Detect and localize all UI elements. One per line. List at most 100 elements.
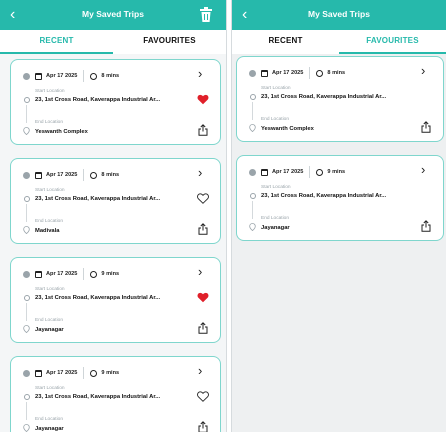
start-point-icon bbox=[250, 193, 256, 199]
location-pin-icon bbox=[249, 124, 256, 132]
check-icon bbox=[23, 270, 30, 278]
start-point-icon bbox=[24, 394, 30, 400]
trip-meta: Apr 17 2025 8 mins bbox=[249, 67, 345, 79]
calendar-icon bbox=[35, 72, 42, 80]
trip-duration: 9 mins bbox=[327, 169, 346, 175]
trip-card[interactable]: Apr 17 2025 9 mins › Start Location 23, … bbox=[236, 155, 444, 241]
end-location-label: End Location bbox=[35, 417, 64, 422]
share-icon[interactable] bbox=[198, 421, 208, 432]
start-location-label: Start Location bbox=[261, 185, 291, 190]
check-icon bbox=[249, 168, 256, 176]
start-location-label: Start Location bbox=[35, 287, 65, 292]
trip-date: Apr 17 2025 bbox=[272, 70, 304, 76]
check-icon bbox=[249, 69, 256, 77]
share-icon[interactable] bbox=[421, 121, 431, 133]
trip-card[interactable]: Apr 17 2025 8 mins › Start Location 23, … bbox=[236, 56, 444, 142]
start-location-value: 23, 1st Cross Road, Kaverappa Industrial… bbox=[35, 196, 161, 202]
clock-icon bbox=[90, 171, 98, 179]
heart-filled-icon[interactable] bbox=[197, 292, 209, 303]
trip-card[interactable]: Apr 17 2025 9 mins › Start Location 23, … bbox=[10, 356, 221, 432]
trip-duration: 8 mins bbox=[101, 172, 120, 178]
meta-separator bbox=[83, 70, 85, 82]
start-location-value: 23, 1st Cross Road, Kaverappa Industrial… bbox=[35, 97, 161, 103]
trip-card[interactable]: Apr 17 2025 8 mins › Start Location 23, … bbox=[10, 158, 221, 244]
end-location-value: Jayanagar bbox=[261, 225, 290, 231]
route-line bbox=[26, 105, 27, 123]
start-point-icon bbox=[24, 97, 30, 103]
start-location-value: 23, 1st Cross Road, Kaverappa Industrial… bbox=[35, 394, 161, 400]
heart-outline-icon[interactable] bbox=[197, 193, 209, 204]
clock-icon bbox=[316, 69, 324, 77]
trip-duration: 8 mins bbox=[327, 70, 346, 76]
trip-meta: Apr 17 2025 8 mins bbox=[23, 169, 119, 181]
favourites-screen: ‹ My Saved Trips RECENT FAVOURITES Apr 1… bbox=[231, 0, 446, 432]
clock-icon bbox=[90, 369, 98, 377]
chevron-right-icon[interactable]: › bbox=[198, 67, 208, 80]
route-line bbox=[26, 402, 27, 420]
chevron-right-icon[interactable]: › bbox=[198, 364, 208, 377]
end-location-value: Jayanagar bbox=[35, 426, 64, 432]
tab-favourites[interactable]: FAVOURITES bbox=[113, 30, 226, 54]
app-header: ‹ My Saved Trips bbox=[232, 0, 446, 30]
trip-card[interactable]: Apr 17 2025 8 mins › Start Location 23, … bbox=[10, 59, 221, 145]
route-line bbox=[252, 201, 253, 219]
clock-icon bbox=[90, 270, 98, 278]
start-location-label: Start Location bbox=[35, 89, 65, 94]
trip-date: Apr 17 2025 bbox=[46, 172, 78, 178]
share-icon[interactable] bbox=[198, 223, 208, 235]
trash-icon[interactable] bbox=[200, 7, 212, 22]
tab-favourites[interactable]: FAVOURITES bbox=[339, 30, 446, 54]
share-icon[interactable] bbox=[198, 124, 208, 136]
chevron-right-icon[interactable]: › bbox=[198, 166, 208, 179]
location-pin-icon bbox=[23, 325, 30, 333]
end-location-value: Yeswanth Complex bbox=[35, 129, 88, 135]
route-line bbox=[26, 303, 27, 321]
trip-meta: Apr 17 2025 8 mins bbox=[23, 70, 119, 82]
location-pin-icon bbox=[23, 424, 30, 432]
end-location-value: Yeswanth Complex bbox=[261, 126, 314, 132]
trip-duration: 9 mins bbox=[101, 271, 120, 277]
recent-screen: ‹ My Saved Trips RECENT FAVOURITES Apr 1… bbox=[0, 0, 227, 432]
calendar-icon bbox=[261, 69, 268, 77]
end-location-label: End Location bbox=[35, 120, 64, 125]
clock-icon bbox=[316, 168, 324, 176]
meta-separator bbox=[309, 166, 311, 178]
trip-card[interactable]: Apr 17 2025 9 mins › Start Location 23, … bbox=[10, 257, 221, 343]
chevron-right-icon[interactable]: › bbox=[421, 163, 431, 176]
route-line bbox=[26, 204, 27, 222]
trip-duration: 9 mins bbox=[101, 370, 120, 376]
location-pin-icon bbox=[23, 226, 30, 234]
end-location-value: Madivala bbox=[35, 228, 60, 234]
meta-separator bbox=[309, 67, 311, 79]
start-location-label: Start Location bbox=[35, 188, 65, 193]
heart-filled-icon[interactable] bbox=[197, 94, 209, 105]
start-point-icon bbox=[24, 295, 30, 301]
heart-outline-icon[interactable] bbox=[197, 391, 209, 402]
start-location-label: Start Location bbox=[261, 86, 291, 91]
start-location-value: 23, 1st Cross Road, Kaverappa Industrial… bbox=[261, 193, 387, 199]
location-pin-icon bbox=[249, 223, 256, 231]
trip-meta: Apr 17 2025 9 mins bbox=[23, 268, 119, 280]
trip-date: Apr 17 2025 bbox=[46, 73, 78, 79]
chevron-right-icon[interactable]: › bbox=[421, 64, 431, 77]
page-title: My Saved Trips bbox=[82, 9, 144, 19]
chevron-right-icon[interactable]: › bbox=[198, 265, 208, 278]
start-point-icon bbox=[24, 196, 30, 202]
check-icon bbox=[23, 369, 30, 377]
tab-recent[interactable]: RECENT bbox=[0, 30, 113, 54]
location-pin-icon bbox=[23, 127, 30, 135]
tab-bar: RECENT FAVOURITES bbox=[0, 30, 226, 54]
share-icon[interactable] bbox=[198, 322, 208, 334]
meta-separator bbox=[83, 169, 85, 181]
clock-icon bbox=[90, 72, 98, 80]
calendar-icon bbox=[35, 270, 42, 278]
meta-separator bbox=[83, 367, 85, 379]
share-icon[interactable] bbox=[421, 220, 431, 232]
end-location-label: End Location bbox=[261, 117, 290, 122]
trip-meta: Apr 17 2025 9 mins bbox=[249, 166, 345, 178]
start-location-value: 23, 1st Cross Road, Kaverappa Industrial… bbox=[261, 94, 387, 100]
tab-bar: RECENT FAVOURITES bbox=[232, 30, 446, 54]
trip-date: Apr 17 2025 bbox=[46, 370, 78, 376]
tab-recent[interactable]: RECENT bbox=[232, 30, 339, 54]
meta-separator bbox=[83, 268, 85, 280]
